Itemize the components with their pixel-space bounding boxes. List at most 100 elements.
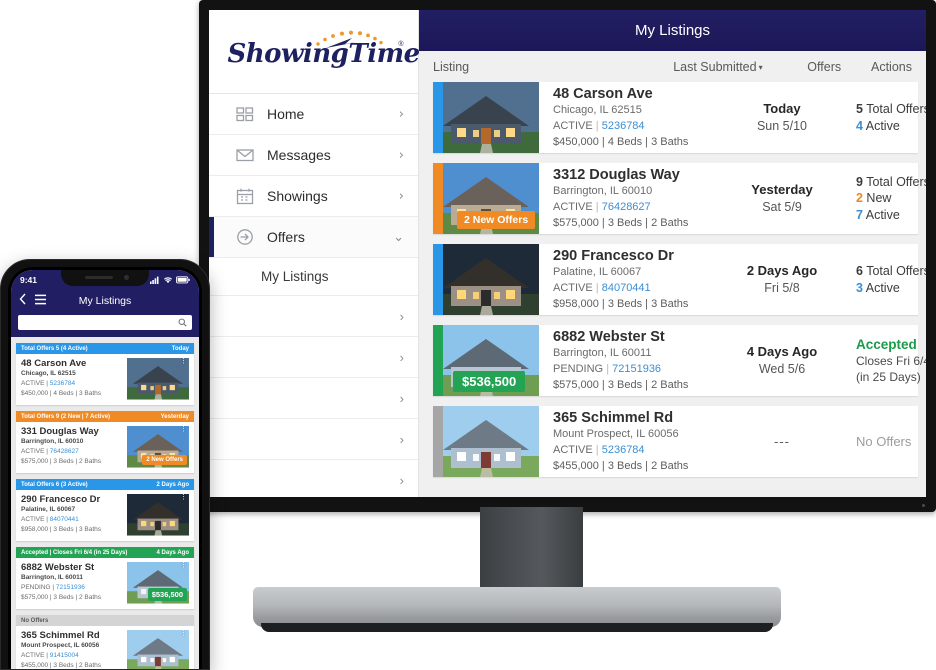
listing-thumbnail[interactable]: ⋮ $536,500 <box>127 562 189 604</box>
listing-mls-number[interactable]: 76428627 <box>50 448 79 455</box>
listing-thumbnail[interactable] <box>433 82 539 153</box>
offer-status-accepted: Accepted <box>856 336 917 352</box>
listings-table: 48 Carson Ave Chicago, IL 62515 ACTIVE |… <box>419 82 926 497</box>
listing-mls-number[interactable]: 5236784 <box>602 444 645 456</box>
listing-thumbnail[interactable]: $536,500 <box>433 325 539 396</box>
sidebar-row-collapsed-3[interactable]: › <box>209 378 418 419</box>
last-submitted-date: Sat 5/9 <box>762 199 802 214</box>
calendar-icon <box>235 186 255 206</box>
listing-mls-number[interactable]: 84070441 <box>50 516 79 523</box>
offer-status-none: No Offers <box>856 434 912 449</box>
listing-city: Palatine, IL 60067 <box>553 265 642 278</box>
chevron-right-icon: › <box>399 431 404 447</box>
chevron-right-icon: › <box>399 472 404 488</box>
listing-thumbnail[interactable]: 2 New Offers <box>433 163 539 234</box>
status-color-strip <box>433 244 443 315</box>
more-options-icon[interactable]: ⋮ <box>180 358 187 365</box>
brand-logo[interactable]: ShowingTime ® <box>209 10 420 94</box>
listing-info: 3312 Douglas Way Barrington, IL 60010 AC… <box>539 166 712 232</box>
sidebar-row-collapsed-2[interactable]: › <box>209 337 418 378</box>
envelope-icon <box>235 145 255 165</box>
card-body: 331 Douglas Way Barrington, IL 60010 ACT… <box>16 422 194 473</box>
more-options-icon[interactable]: ⋮ <box>180 630 187 637</box>
table-row[interactable]: $536,500 6882 Webster St Barrington, IL … <box>433 325 926 396</box>
listing-mls-number[interactable]: 5236784 <box>50 380 75 387</box>
last-submitted-empty: --- <box>774 434 790 449</box>
more-options-icon[interactable]: ⋮ <box>180 562 187 569</box>
chevron-right-icon: › <box>398 188 404 204</box>
listing-thumbnail[interactable]: ⋮ <box>127 494 189 536</box>
listing-specs: $450,000 | 4 Beds | 3 Baths <box>553 135 689 148</box>
listing-address: 48 Carson Ave <box>553 85 653 102</box>
table-row[interactable]: 48 Carson Ave Chicago, IL 62515 ACTIVE |… <box>433 82 926 153</box>
listing-status-mls: PENDING | 72151936 <box>553 362 662 375</box>
more-options-icon[interactable]: ⋮ <box>180 494 187 501</box>
listing-city: Palatine, IL 60067 <box>21 506 76 514</box>
column-header-offers: Offers <box>807 59 842 74</box>
sidebar-item-label: Messages <box>267 147 331 163</box>
offers-cell: 5 Total Offers 4 Active <box>852 101 926 134</box>
listing-address: 365 Schimmel Rd <box>553 409 674 426</box>
table-row[interactable]: 290 Francesco Dr Palatine, IL 60067 ACTI… <box>433 244 926 315</box>
listing-thumbnail[interactable]: ⋮ 2 New Offers <box>127 426 189 468</box>
listing-address: 3312 Douglas Way <box>553 166 680 183</box>
table-row[interactable]: 365 Schimmel Rd Mount Prospect, IL 60056… <box>433 406 918 477</box>
sidebar-item-showings[interactable]: Showings › <box>209 176 418 217</box>
list-item[interactable]: Total Offers 6 (3 Active) 2 Days Ago 290… <box>16 479 194 541</box>
card-timestamp: Today <box>171 345 189 352</box>
list-item[interactable]: Total Offers 5 (4 Active) Today 48 Carso… <box>16 343 194 405</box>
listing-specs: $958,000 | 3 Beds | 3 Baths <box>553 297 689 310</box>
wifi-icon <box>163 276 173 283</box>
listing-thumbnail[interactable] <box>433 244 539 315</box>
listing-status-mls: ACTIVE | 76428627 <box>21 448 79 456</box>
monitor-screen: ShowingTime ® Home › Messages › Showings… <box>209 10 926 497</box>
listing-info: 6882 Webster St Barrington, IL 60011 PEN… <box>539 328 712 394</box>
offer-count-line: 4 Active <box>856 118 900 133</box>
listing-specs: $450,000 | 4 Beds | 3 Baths <box>21 389 101 397</box>
listing-city: Chicago, IL 62515 <box>21 370 76 378</box>
sidebar-row-collapsed-4[interactable]: › <box>209 419 418 460</box>
more-options-icon[interactable]: ⋮ <box>180 426 187 433</box>
listing-thumbnail[interactable]: ⋮ <box>127 358 189 400</box>
chevron-right-icon: › <box>398 147 404 163</box>
card-timestamp: Yesterday <box>160 413 189 420</box>
sidebar-item-home[interactable]: Home › <box>209 94 418 135</box>
listing-mls-number[interactable]: 72151936 <box>56 584 85 591</box>
sidebar-item-offers[interactable]: Offers ⌄ <box>209 217 418 258</box>
listing-thumbnail[interactable] <box>433 406 539 477</box>
list-item[interactable]: No Offers 365 Schimmel Rd Mount Prospect… <box>16 615 194 669</box>
offers-cell: 6 Total Offers 3 Active <box>852 263 926 296</box>
offer-count-line: 5 Total Offers <box>856 101 926 116</box>
search-input[interactable] <box>18 315 192 330</box>
list-item[interactable]: Total Offers 9 (2 New | 7 Active) Yester… <box>16 411 194 473</box>
listing-info: 290 Francesco Dr Palatine, IL 60067 ACTI… <box>539 247 712 313</box>
card-status-bar: Total Offers 5 (4 Active) Today <box>16 343 194 354</box>
last-submitted-cell: 4 Days Ago Wed 5/6 <box>712 343 852 377</box>
list-item[interactable]: Accepted | Closes Fri 6/4 (in 25 Days) 4… <box>16 547 194 609</box>
sidebar-subitem-my-listings[interactable]: My Listings <box>209 258 418 296</box>
card-offer-summary: No Offers <box>21 617 49 624</box>
column-header-last-submitted-label: Last Submitted <box>673 59 757 74</box>
phone-nav-bar: My Listings <box>11 289 199 313</box>
offers-cell: 9 Total Offers 2 New 7 Active <box>852 174 926 224</box>
column-header-last-submitted[interactable]: Last Submitted ▾ <box>658 60 777 74</box>
listing-mls-number[interactable]: 76428627 <box>602 201 651 213</box>
listing-status-mls: ACTIVE | 84070441 <box>21 516 79 524</box>
sidebar-row-collapsed-1[interactable]: › <box>209 296 418 337</box>
listing-mls-number[interactable]: 72151936 <box>612 363 661 375</box>
sidebar-item-messages[interactable]: Messages › <box>209 135 418 176</box>
table-row[interactable]: 2 New Offers 3312 Douglas Way Barrington… <box>433 163 926 234</box>
sidebar-row-collapsed-5[interactable]: › <box>209 460 418 497</box>
offer-count-line: 7 Active <box>856 207 900 222</box>
listing-mls-number[interactable]: 91415004 <box>50 652 79 659</box>
card-info: 48 Carson Ave Chicago, IL 62515 ACTIVE |… <box>21 358 123 400</box>
offer-count-line: 6 Total Offers <box>856 263 926 278</box>
listing-info: 48 Carson Ave Chicago, IL 62515 ACTIVE |… <box>539 85 712 151</box>
signal-icon <box>150 276 159 284</box>
chevron-right-icon: › <box>398 106 404 122</box>
listing-city: Barrington, IL 60011 <box>553 346 652 359</box>
listing-thumbnail[interactable]: ⋮ <box>127 630 189 669</box>
listing-mls-number[interactable]: 5236784 <box>602 120 645 132</box>
offer-count-line: 2 New <box>856 191 892 206</box>
listing-mls-number[interactable]: 84070441 <box>602 282 651 294</box>
